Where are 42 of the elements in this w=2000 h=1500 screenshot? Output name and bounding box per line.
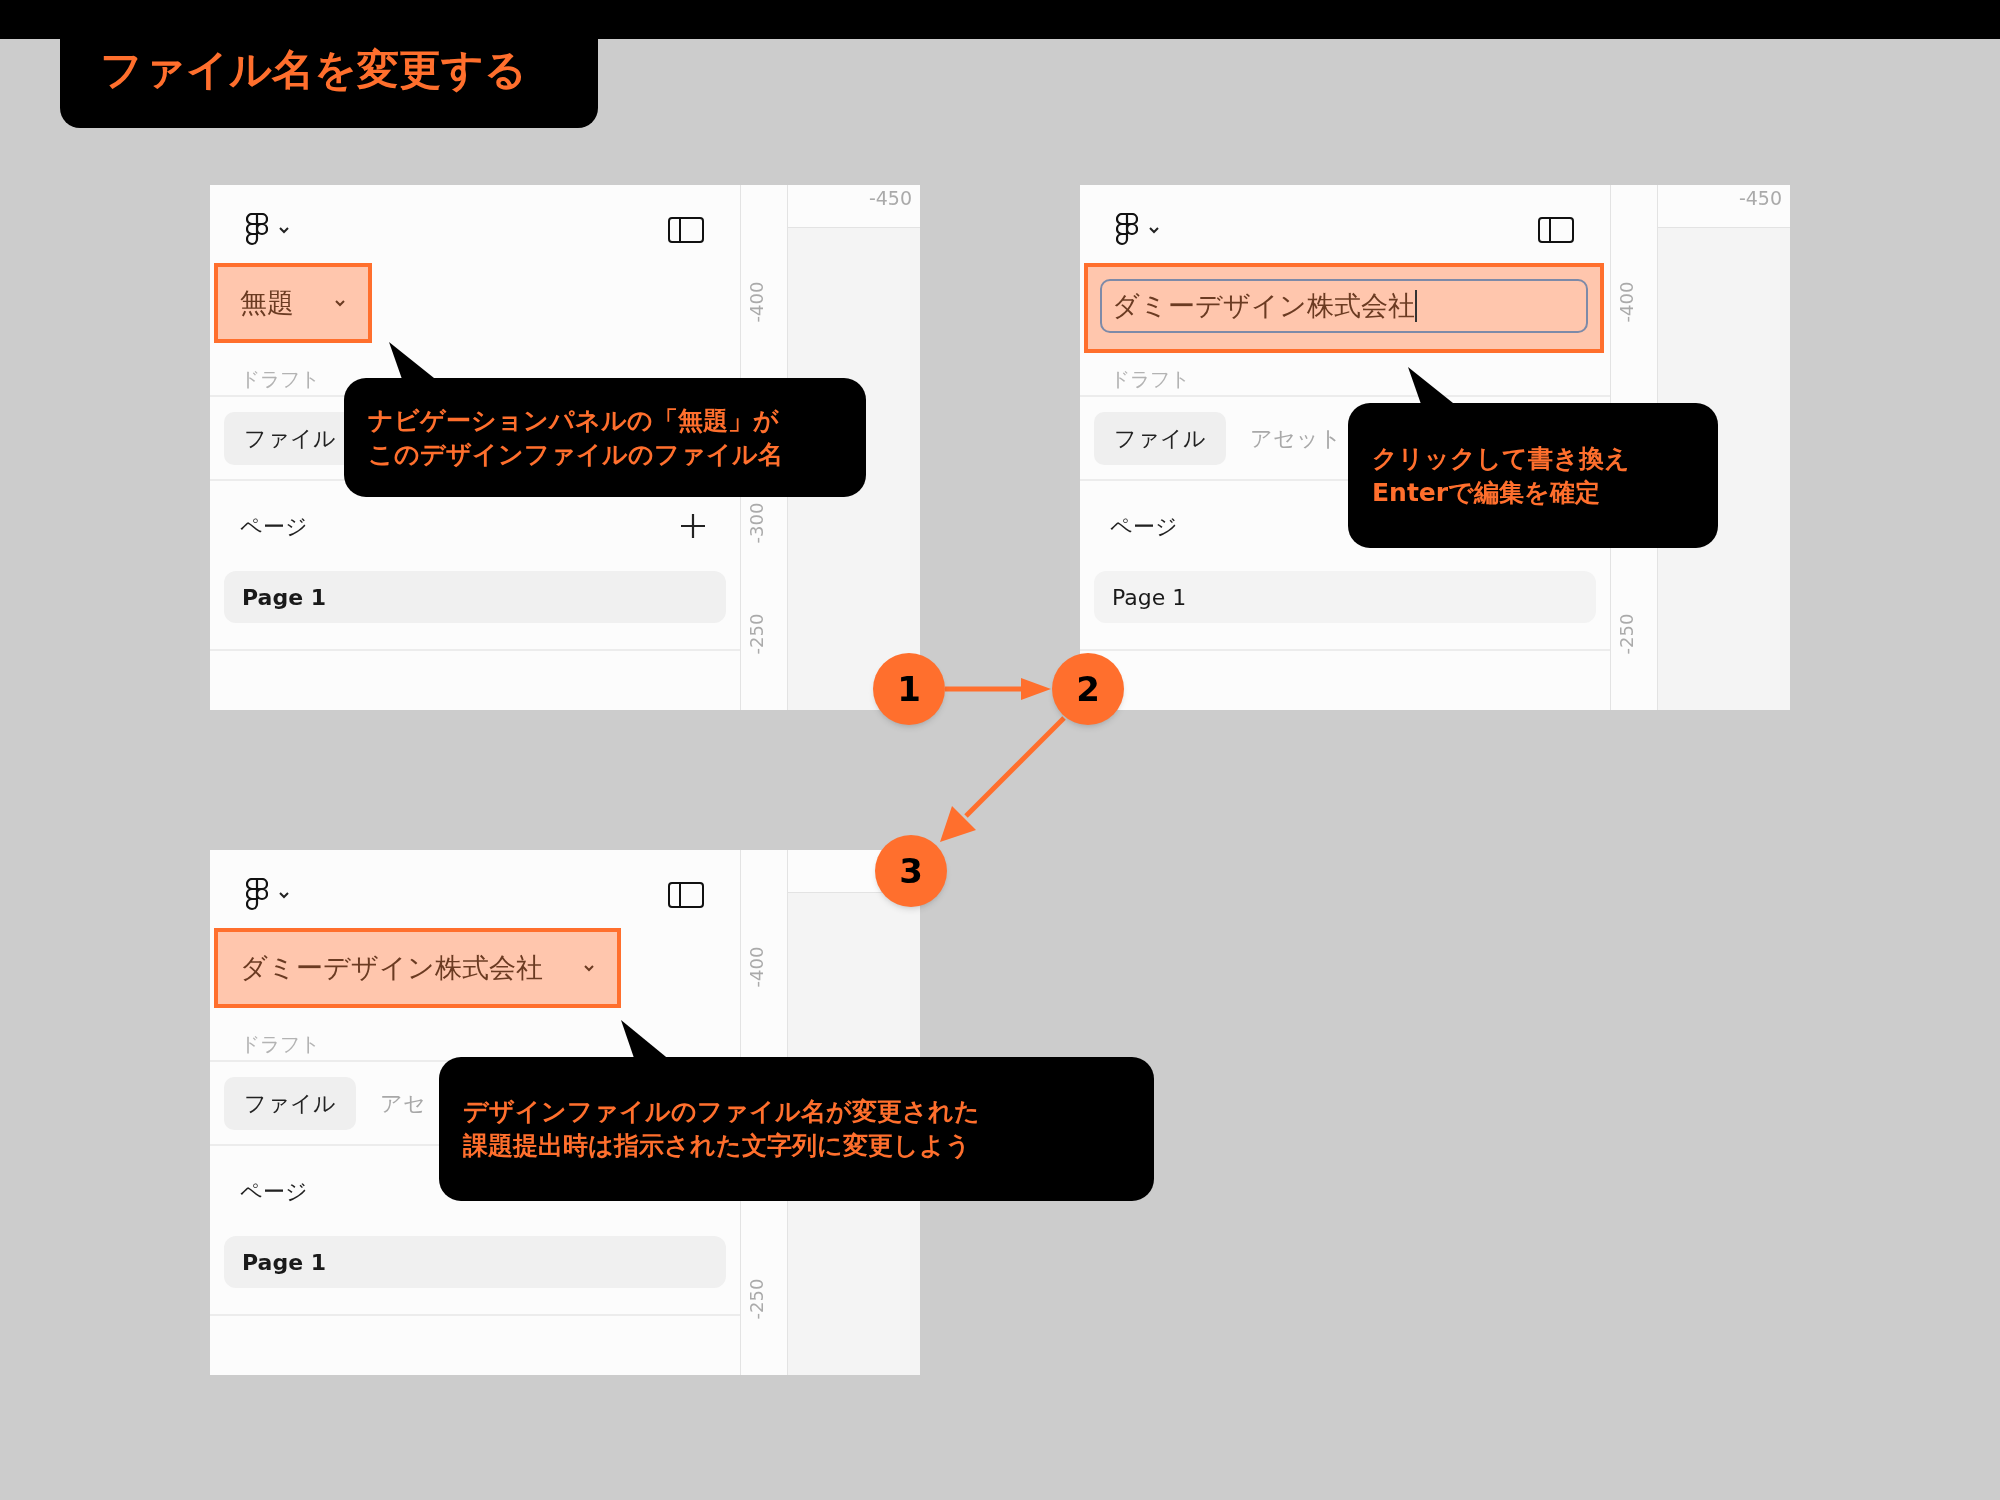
logo-icon [1116, 213, 1138, 247]
sidebar-toggle-icon[interactable] [668, 882, 704, 908]
ruler-label: -400 [748, 946, 767, 988]
sidebar-toggle-icon[interactable] [1538, 217, 1574, 243]
tab[interactable]: ファイル [224, 1076, 356, 1130]
page-title: ファイル名を変更する [100, 43, 527, 96]
ruler-label: -400 [1618, 281, 1637, 323]
chevron-down-icon [583, 964, 595, 972]
draft-label: ドラフト [240, 1034, 320, 1054]
logo-icon [246, 878, 268, 912]
draft-label: ドラフト [1110, 369, 1190, 389]
tab[interactable]: ファイル [1094, 411, 1226, 465]
chevron-down-icon [334, 299, 346, 307]
chevron-down-icon [278, 891, 290, 899]
chevron-down-icon [1148, 226, 1160, 234]
logo-icon [246, 213, 268, 247]
pages-heading: ページ [240, 512, 308, 541]
ruler-label: -400 [748, 281, 767, 323]
plus-icon[interactable] [680, 513, 706, 539]
ruler-label: -250 [748, 1278, 767, 1319]
callout-tooltip: デザインファイルのファイル名が変更された 課題提出時は指示された文字列に変更しよう [439, 1057, 1154, 1201]
ruler-label: -300 [748, 502, 767, 544]
page-item[interactable]: Page 1 [1094, 571, 1596, 623]
step-number: 2 [1052, 653, 1124, 725]
callout-tooltip: ナビゲーションパネルの「無題」が このデザインファイルのファイル名 [344, 378, 866, 497]
step-number: 3 [875, 835, 947, 907]
step-number: 1 [873, 653, 945, 725]
pages-heading: ページ [1110, 512, 1178, 541]
chevron-down-icon [278, 226, 290, 234]
ruler-label: -450 [868, 189, 912, 208]
ruler-label: -450 [1738, 189, 1782, 208]
page-item[interactable]: Page 1 [224, 571, 726, 623]
draft-label: ドラフト [240, 369, 320, 389]
ruler-label: -250 [1618, 613, 1637, 654]
page-item[interactable]: Page 1 [224, 1236, 726, 1288]
sidebar-toggle-icon[interactable] [668, 217, 704, 243]
callout-tooltip: クリックして書き換え Enterで編集を確定 [1348, 403, 1718, 548]
file-name-input[interactable]: ダミーデザイン株式会社 [1100, 279, 1588, 333]
file-name-dropdown[interactable]: 無題 [214, 263, 372, 343]
file-name-dropdown[interactable]: ダミーデザイン株式会社 [214, 928, 621, 1008]
ruler-label: -250 [748, 613, 767, 654]
pages-heading: ページ [240, 1177, 308, 1206]
